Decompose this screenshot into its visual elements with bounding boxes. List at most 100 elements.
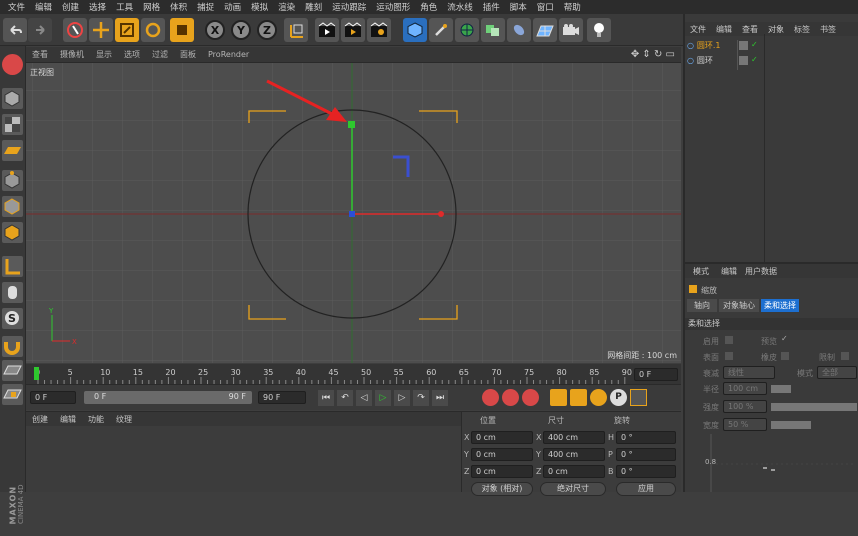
size-mode-dropdown[interactable]: 绝对尺寸 bbox=[540, 482, 606, 496]
scale-tool-icon[interactable] bbox=[115, 18, 139, 42]
enabled-check-icon[interactable]: ✓ bbox=[751, 40, 758, 49]
object-menu-objects[interactable]: 对象 bbox=[763, 24, 789, 35]
size-x-field[interactable]: 400 cm bbox=[543, 431, 605, 444]
enabled-check-icon[interactable]: ✓ bbox=[751, 55, 758, 64]
object-menu-file[interactable]: 文件 bbox=[685, 24, 711, 35]
menu-motion-tracking[interactable]: 运动跟踪 bbox=[327, 1, 371, 13]
attr-menu-edit[interactable]: 编辑 bbox=[717, 266, 741, 277]
viewport-tab-filter[interactable]: 过滤 bbox=[146, 49, 174, 60]
attr-tab-axis[interactable]: 轴向 bbox=[687, 299, 717, 312]
model-mode-icon[interactable] bbox=[2, 88, 23, 109]
pen-spline-icon[interactable] bbox=[429, 18, 453, 42]
camera-icon[interactable] bbox=[559, 18, 583, 42]
previous-key-icon[interactable]: ↶ bbox=[337, 390, 353, 406]
current-frame-field[interactable]: 0 F bbox=[634, 368, 678, 381]
menu-select[interactable]: 选择 bbox=[84, 1, 111, 13]
menu-create[interactable]: 创建 bbox=[57, 1, 84, 13]
points-mode-icon[interactable] bbox=[2, 170, 23, 191]
apply-button[interactable]: 应用 bbox=[616, 482, 676, 496]
keyframe-selection-icon[interactable] bbox=[522, 389, 539, 406]
coordinate-mode-dropdown[interactable]: 对象 (相对) bbox=[471, 482, 533, 496]
position-z-field[interactable]: 0 cm bbox=[471, 465, 533, 478]
menu-animate[interactable]: 动画 bbox=[219, 1, 246, 13]
go-to-end-icon[interactable]: ⏭ bbox=[432, 390, 448, 406]
viewport-tab-prorender[interactable]: ProRender bbox=[202, 50, 255, 59]
width-field[interactable]: 50 % bbox=[723, 418, 767, 431]
array-icon[interactable] bbox=[481, 18, 505, 42]
viewport-tab-display[interactable]: 显示 bbox=[90, 49, 118, 60]
make-editable-icon[interactable] bbox=[2, 54, 23, 75]
menu-mesh[interactable]: 网格 bbox=[138, 1, 165, 13]
object-menu-edit[interactable]: 编辑 bbox=[711, 24, 737, 35]
rotation-key-icon[interactable] bbox=[590, 389, 607, 406]
attr-menu-mode[interactable]: 模式 bbox=[685, 266, 717, 277]
snap-icon[interactable]: S bbox=[2, 308, 23, 329]
menu-window[interactable]: 窗口 bbox=[532, 1, 559, 13]
floor-icon[interactable] bbox=[533, 18, 557, 42]
render-view-icon[interactable] bbox=[315, 18, 339, 42]
deformer-icon[interactable] bbox=[507, 18, 531, 42]
menu-mograph[interactable]: 运动图形 bbox=[371, 1, 415, 13]
material-menu-edit[interactable]: 编辑 bbox=[54, 414, 82, 425]
object-menu-view[interactable]: 查看 bbox=[737, 24, 763, 35]
viewport-tab-camera[interactable]: 摄像机 bbox=[54, 49, 90, 60]
width-slider[interactable] bbox=[771, 421, 811, 429]
cube-icon[interactable] bbox=[403, 18, 427, 42]
material-menu-function[interactable]: 功能 bbox=[82, 414, 110, 425]
object-menu-tags[interactable]: 标签 bbox=[789, 24, 815, 35]
playhead-marker[interactable] bbox=[34, 367, 39, 380]
coordinate-system-icon[interactable] bbox=[284, 18, 308, 42]
rubber-checkbox[interactable] bbox=[781, 352, 789, 360]
menu-sculpt[interactable]: 雕刻 bbox=[300, 1, 327, 13]
size-y-field[interactable]: 400 cm bbox=[543, 448, 605, 461]
viewport-tab-view[interactable]: 查看 bbox=[26, 49, 54, 60]
axis-mode-icon[interactable] bbox=[2, 256, 23, 277]
edges-mode-icon[interactable] bbox=[2, 196, 23, 217]
position-x-field[interactable]: 0 cm bbox=[471, 431, 533, 444]
parameter-key-icon[interactable]: P bbox=[610, 389, 627, 406]
menu-tools[interactable]: 工具 bbox=[111, 1, 138, 13]
falloff-dropdown[interactable]: 线性 bbox=[723, 366, 775, 379]
restrict-checkbox[interactable] bbox=[841, 352, 849, 360]
menu-help[interactable]: 帮助 bbox=[559, 1, 586, 13]
texture-mode-icon[interactable] bbox=[2, 114, 23, 135]
tweak-mode-icon[interactable] bbox=[2, 282, 23, 303]
autokey-icon[interactable] bbox=[502, 389, 519, 406]
recent-tools-icon[interactable] bbox=[170, 18, 194, 42]
record-keys-icon[interactable] bbox=[482, 389, 499, 406]
render-settings-icon[interactable] bbox=[367, 18, 391, 42]
menu-character[interactable]: 角色 bbox=[415, 1, 442, 13]
menu-simulate[interactable]: 模拟 bbox=[246, 1, 273, 13]
move-tool-icon[interactable] bbox=[89, 18, 113, 42]
mode-dropdown[interactable]: 全部 bbox=[817, 366, 857, 379]
rotate-tool-icon[interactable] bbox=[141, 18, 165, 42]
workplane-grid-icon[interactable] bbox=[2, 360, 23, 381]
scale-key-icon[interactable] bbox=[570, 389, 587, 406]
surface-checkbox[interactable] bbox=[725, 352, 733, 360]
lock-y-axis-icon[interactable]: Y bbox=[231, 20, 251, 40]
subdivision-surface-icon[interactable] bbox=[455, 18, 479, 42]
timeline-ruler[interactable]: 051015202530354045505560657075808590 0 F bbox=[26, 364, 681, 384]
strength-field[interactable]: 100 % bbox=[723, 400, 767, 413]
attr-menu-userdata[interactable]: 用户数据 bbox=[741, 266, 781, 277]
next-key-icon[interactable]: ↷ bbox=[413, 390, 429, 406]
viewport-tab-options[interactable]: 选项 bbox=[118, 49, 146, 60]
menu-file[interactable]: 文件 bbox=[3, 1, 30, 13]
viewport-nav-icons[interactable]: ✥ ⇕ ↻ ▭ bbox=[625, 49, 681, 60]
lock-x-axis-icon[interactable]: X bbox=[205, 20, 225, 40]
go-to-start-icon[interactable]: ⏮ bbox=[318, 390, 334, 406]
next-frame-icon[interactable]: ▷ bbox=[394, 390, 410, 406]
menu-render[interactable]: 渲染 bbox=[273, 1, 300, 13]
menu-edit[interactable]: 编辑 bbox=[30, 1, 57, 13]
front-viewport[interactable]: Y X 正视图 网格间距 : 100 cm bbox=[26, 63, 681, 363]
enable-checkbox[interactable] bbox=[725, 336, 733, 344]
visibility-toggle[interactable] bbox=[739, 56, 748, 65]
end-frame-field[interactable]: 90 F bbox=[258, 391, 306, 404]
play-icon[interactable]: ▷ bbox=[375, 390, 391, 406]
render-to-picture-viewer-icon[interactable] bbox=[341, 18, 365, 42]
previous-frame-icon[interactable]: ◁ bbox=[356, 390, 372, 406]
size-z-field[interactable]: 0 cm bbox=[543, 465, 605, 478]
redo-icon[interactable] bbox=[28, 18, 52, 42]
object-menu-bookmarks[interactable]: 书签 bbox=[815, 24, 841, 35]
undo-icon[interactable] bbox=[3, 18, 27, 42]
